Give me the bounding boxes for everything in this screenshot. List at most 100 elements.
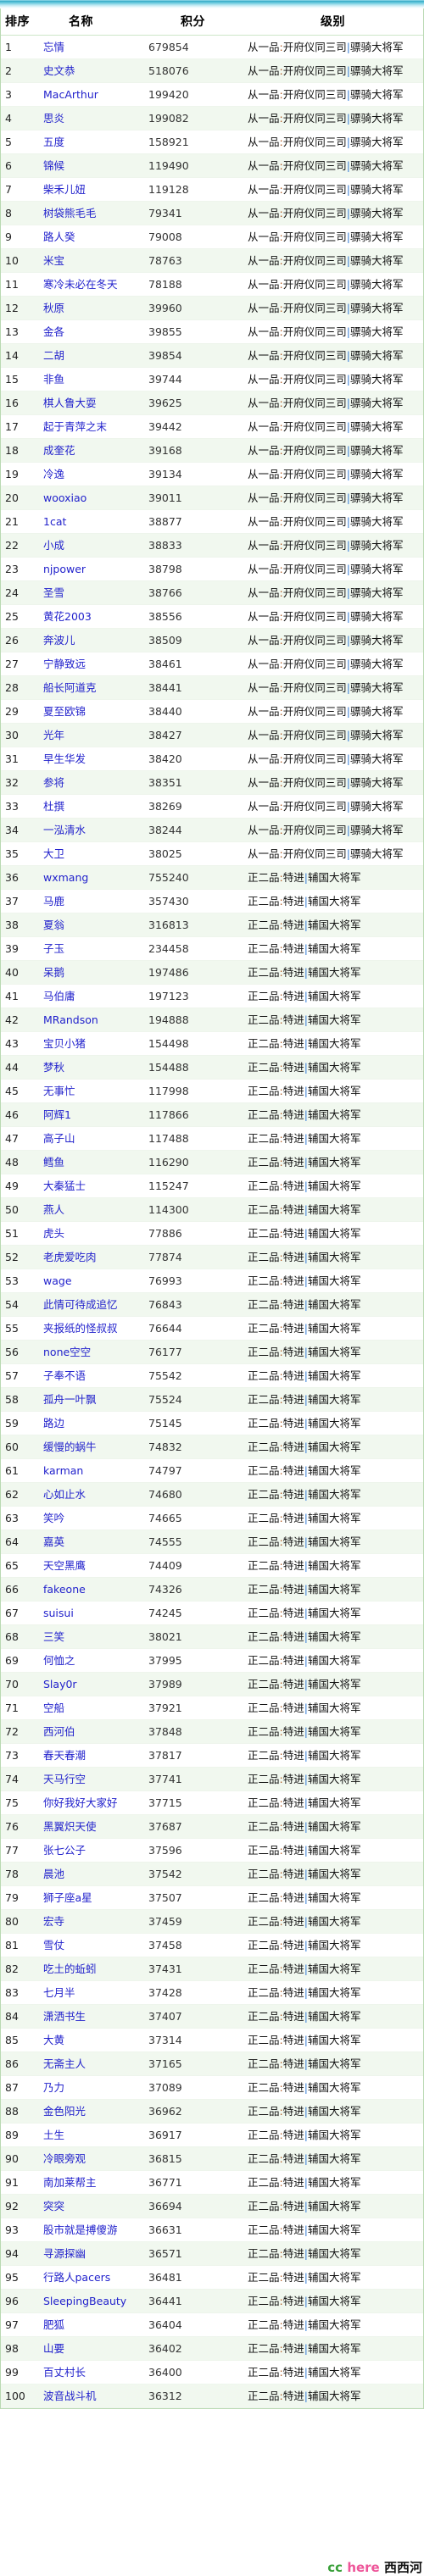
user-profile-link[interactable]: 百丈村长 [43,2366,86,2379]
user-profile-link[interactable]: 路边 [43,1417,64,1430]
user-profile-link[interactable]: 大秦猛士 [43,1180,86,1192]
user-profile-link[interactable]: SleepingBeauty [43,2295,126,2307]
user-profile-link[interactable]: 高子山 [43,1132,75,1145]
user-profile-link[interactable]: 非鱼 [43,373,64,386]
user-profile-link[interactable]: 狮子座a星 [43,1891,92,1904]
user-profile-link[interactable]: 成奎花 [43,444,75,457]
user-profile-link[interactable]: 鳕鱼 [43,1156,64,1169]
user-profile-link[interactable]: 你好我好大家好 [43,1796,118,1809]
user-profile-link[interactable]: 金色阳光 [43,2105,86,2118]
user-profile-link[interactable]: 大卫 [43,847,64,860]
user-profile-link[interactable]: 夏至欧锦 [43,705,86,718]
user-profile-link[interactable]: suisui [43,1607,74,1619]
user-profile-link[interactable]: 此情可待成追忆 [43,1298,118,1311]
user-profile-link[interactable]: MRandson [43,1013,98,1026]
user-profile-link[interactable]: 缓慢的蜗牛 [43,1441,97,1453]
user-profile-link[interactable]: 何恤之 [43,1654,75,1667]
user-profile-link[interactable]: 晨池 [43,1868,64,1880]
user-profile-link[interactable]: 老虎爱吃肉 [43,1251,97,1263]
user-profile-link[interactable]: 股市就是搏傻游 [43,2223,118,2236]
user-profile-link[interactable]: 子玉 [43,942,64,955]
user-profile-link[interactable]: 早生华发 [43,752,86,765]
user-profile-link[interactable]: 宝贝小猪 [43,1037,86,1050]
user-profile-link[interactable]: 土生 [43,2129,64,2141]
user-profile-link[interactable]: 七月半 [43,1986,75,1999]
user-profile-link[interactable]: 马鹿 [43,895,64,908]
user-profile-link[interactable]: 嘉英 [43,1535,64,1548]
user-profile-link[interactable]: 1cat [43,515,66,528]
user-profile-link[interactable]: 柴禾儿妞 [43,183,86,196]
user-profile-link[interactable]: 光年 [43,729,64,741]
user-profile-link[interactable]: 心如止水 [43,1488,86,1501]
user-profile-link[interactable]: wage [43,1274,72,1287]
user-profile-link[interactable]: wxmang [43,871,88,884]
user-profile-link[interactable]: karman [43,1464,83,1477]
user-profile-link[interactable]: 乃力 [43,2081,64,2094]
user-profile-link[interactable]: 参将 [43,776,64,789]
user-profile-link[interactable]: 二胡 [43,349,64,362]
user-profile-link[interactable]: 无斋主人 [43,2057,86,2070]
user-profile-link[interactable]: 锦候 [43,159,64,172]
user-profile-link[interactable]: fakeone [43,1583,86,1596]
user-profile-link[interactable]: 孤舟一叶飘 [43,1393,97,1406]
user-profile-link[interactable]: MacArthur [43,88,98,101]
user-profile-link[interactable]: 树袋熊毛毛 [43,207,97,219]
user-profile-link[interactable]: 潇洒书生 [43,2010,86,2023]
user-profile-link[interactable]: 黄花2003 [43,610,92,623]
user-profile-link[interactable]: 空船 [43,1702,64,1714]
user-profile-link[interactable]: 冷眼旁观 [43,2152,86,2165]
user-profile-link[interactable]: 无事忙 [43,1085,75,1097]
user-profile-link[interactable]: 波音战斗机 [43,2390,97,2402]
user-profile-link[interactable]: 燕人 [43,1203,64,1216]
user-profile-link[interactable]: 起于青萍之末 [43,420,107,433]
user-profile-link[interactable]: 笑吟 [43,1512,64,1524]
user-profile-link[interactable]: 寒冷未必在冬天 [43,278,118,291]
user-profile-link[interactable]: 思炎 [43,112,64,125]
user-profile-link[interactable]: 米宝 [43,254,64,267]
user-profile-link[interactable]: Slay0r [43,1678,77,1690]
user-profile-link[interactable]: 一泓清水 [43,824,86,836]
user-profile-link[interactable]: 西河伯 [43,1725,75,1738]
user-profile-link[interactable]: 忘情 [43,41,64,53]
user-profile-link[interactable]: 梦秋 [43,1061,64,1074]
user-profile-link[interactable]: 船长阿道克 [43,681,97,694]
user-profile-link[interactable]: 雪仗 [43,1939,64,1951]
user-profile-link[interactable]: 史文恭 [43,64,75,77]
user-profile-link[interactable]: 奔波儿 [43,634,75,647]
user-profile-link[interactable]: 吃土的蚯蚓 [43,1963,97,1975]
user-profile-link[interactable]: 路人癸 [43,230,75,243]
user-profile-link[interactable]: 马伯庸 [43,990,75,1002]
user-profile-link[interactable]: 肥狐 [43,2318,64,2331]
user-profile-link[interactable]: 大黄 [43,2034,64,2046]
user-profile-link[interactable]: 张七公子 [43,1844,86,1857]
user-profile-link[interactable]: 五度 [43,136,64,148]
user-profile-link[interactable]: 突突 [43,2200,64,2212]
user-profile-link[interactable]: 阿辉1 [43,1108,71,1121]
user-profile-link[interactable]: njpower [43,563,86,575]
user-profile-link[interactable]: 宏寺 [43,1915,64,1928]
user-profile-link[interactable]: 圣雪 [43,586,64,599]
user-profile-link[interactable]: none空空 [43,1346,91,1358]
user-profile-link[interactable]: 子奉不语 [43,1369,86,1382]
user-profile-link[interactable]: 虎头 [43,1227,64,1240]
user-profile-link[interactable]: wooxiao [43,491,86,504]
user-profile-link[interactable]: 行路人pacers [43,2271,110,2284]
user-profile-link[interactable]: 棋人鲁大耍 [43,397,97,409]
user-profile-link[interactable]: 寻源探幽 [43,2247,86,2260]
user-profile-link[interactable]: 南加莱帮主 [43,2176,97,2189]
user-profile-link[interactable]: 三笑 [43,1630,64,1643]
user-profile-link[interactable]: 黑翼炽天使 [43,1820,97,1833]
user-profile-link[interactable]: 呆鹅 [43,966,64,979]
user-profile-link[interactable]: 冷逸 [43,468,64,480]
user-profile-link[interactable]: 山要 [43,2342,64,2355]
user-profile-link[interactable]: 金各 [43,325,64,338]
user-profile-link[interactable]: 小成 [43,539,64,552]
user-profile-link[interactable]: 夹报纸的怪叔叔 [43,1322,118,1335]
user-profile-link[interactable]: 天空黑鹰 [43,1559,86,1572]
user-profile-link[interactable]: 天马行空 [43,1773,86,1785]
user-profile-link[interactable]: 杜撰 [43,800,64,813]
user-profile-link[interactable]: 夏翁 [43,919,64,931]
user-profile-link[interactable]: 春天春潮 [43,1749,86,1762]
user-profile-link[interactable]: 秋原 [43,302,64,314]
user-profile-link[interactable]: 宁静致远 [43,658,86,670]
